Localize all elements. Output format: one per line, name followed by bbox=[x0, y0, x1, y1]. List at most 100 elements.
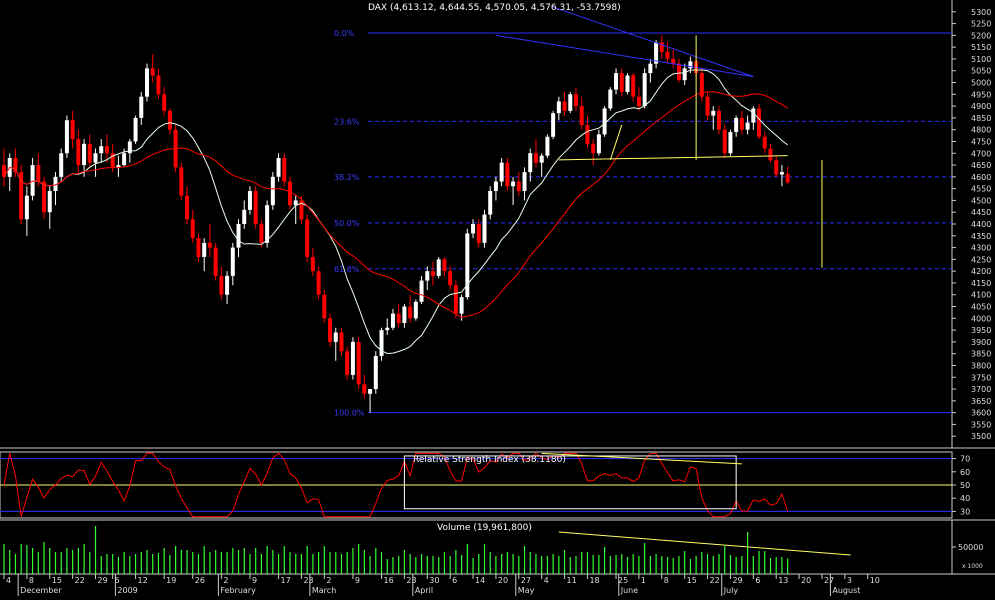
price-tick-label: 3500 bbox=[971, 432, 991, 441]
date-tick-label: 4 bbox=[6, 576, 11, 585]
dax-chart-window: 0.0% 23.6% 38.2% 50.0% 61.8% 100.0% 3500 3550 3… bbox=[0, 0, 995, 596]
candle-body bbox=[402, 306, 407, 324]
date-tick-label: 20 bbox=[498, 576, 508, 585]
candle bbox=[322, 290, 327, 324]
candle-body bbox=[373, 356, 378, 390]
candle-body bbox=[568, 94, 573, 111]
candle-body bbox=[705, 96, 710, 116]
candle-body bbox=[47, 190, 52, 213]
candle-body bbox=[390, 313, 395, 328]
candle bbox=[505, 157, 510, 191]
month-label: April bbox=[415, 586, 433, 595]
candle bbox=[642, 68, 647, 109]
candle-body bbox=[36, 165, 41, 182]
candle-body bbox=[362, 384, 367, 394]
candle-body bbox=[82, 143, 87, 166]
date-tick-label: 4 bbox=[544, 576, 549, 585]
candle bbox=[568, 91, 573, 114]
fib-label: 50.0% bbox=[334, 219, 360, 228]
date-tick-label: 29 bbox=[98, 576, 108, 585]
date-tick-label: 26 bbox=[195, 576, 205, 585]
price-tick-label: 5100 bbox=[971, 55, 991, 64]
price-tick-label: 3550 bbox=[971, 420, 991, 429]
candle-body bbox=[345, 351, 350, 375]
month-label: December bbox=[20, 586, 62, 595]
price-tick-label: 3650 bbox=[971, 397, 991, 406]
price-tick-label: 4350 bbox=[971, 232, 991, 241]
candle-body bbox=[488, 190, 493, 215]
candle-body bbox=[425, 271, 430, 281]
date-tick-label: 14 bbox=[475, 576, 485, 585]
price-tick-label: 4950 bbox=[971, 90, 991, 99]
candle-body bbox=[551, 113, 556, 137]
candle-body bbox=[459, 297, 464, 314]
price-tick-label: 3950 bbox=[971, 326, 991, 335]
candle bbox=[453, 280, 458, 319]
fib-label: 100.0% bbox=[334, 409, 365, 418]
candle bbox=[19, 165, 24, 224]
candle-body bbox=[608, 89, 613, 109]
candle-body bbox=[282, 157, 287, 182]
candle-body bbox=[476, 224, 481, 243]
month-label: March bbox=[312, 586, 336, 595]
candle bbox=[213, 242, 218, 281]
date-tick-label: 1 bbox=[641, 576, 646, 585]
candle-body bbox=[167, 110, 172, 130]
candle bbox=[350, 337, 355, 380]
candle-body bbox=[648, 63, 653, 74]
candle bbox=[413, 299, 418, 321]
candle-body bbox=[310, 257, 315, 272]
candle-body bbox=[745, 122, 750, 130]
candle-body bbox=[511, 181, 516, 187]
price-tick-label: 3900 bbox=[971, 338, 991, 347]
candle-body bbox=[253, 190, 258, 224]
month-label: 2009 bbox=[117, 586, 137, 595]
price-tick-label: 4850 bbox=[971, 114, 991, 123]
candle bbox=[59, 148, 64, 182]
candle-body bbox=[785, 173, 790, 183]
price-tick-label: 4100 bbox=[971, 291, 991, 300]
candle-body bbox=[196, 238, 201, 258]
candle-body bbox=[350, 341, 355, 375]
candle-body bbox=[270, 176, 275, 206]
candle-body bbox=[139, 96, 144, 118]
price-tick-label: 4550 bbox=[971, 185, 991, 194]
price-tick-label: 4450 bbox=[971, 208, 991, 217]
candle-body bbox=[762, 136, 767, 149]
candle bbox=[316, 266, 321, 300]
candle bbox=[465, 228, 470, 300]
date-tick-label: 25 bbox=[618, 576, 628, 585]
fib-label: 61.8% bbox=[334, 265, 360, 274]
candle-body bbox=[24, 195, 29, 220]
candle-body bbox=[413, 301, 418, 319]
price-tick-label: 4700 bbox=[971, 149, 991, 158]
rsi-tick-label: 70 bbox=[960, 455, 970, 464]
candle-body bbox=[150, 68, 155, 76]
volume-tick-label: 50000 bbox=[958, 543, 983, 552]
candle-body bbox=[190, 219, 195, 239]
candle-body bbox=[751, 108, 756, 123]
rsi-tick-label: 60 bbox=[960, 468, 970, 477]
candle-body bbox=[717, 110, 721, 130]
price-tick-label: 3600 bbox=[971, 409, 991, 418]
price-tick-label: 4000 bbox=[971, 314, 991, 323]
candle-body bbox=[596, 134, 601, 154]
rsi-tick-label: 40 bbox=[960, 494, 970, 503]
date-tick-label: 13 bbox=[778, 576, 788, 585]
candle bbox=[488, 186, 493, 220]
candle-body bbox=[562, 101, 567, 111]
candle-body bbox=[522, 172, 527, 191]
candle bbox=[625, 73, 630, 95]
month-label: June bbox=[620, 586, 639, 595]
candle-body bbox=[436, 259, 441, 276]
price-tick-label: 5150 bbox=[971, 43, 991, 52]
date-tick-label: 23 bbox=[406, 576, 416, 585]
date-tick-label: 6 bbox=[755, 576, 760, 585]
rsi-tick-label: 50 bbox=[960, 481, 970, 490]
candle bbox=[379, 327, 384, 361]
candle-body bbox=[442, 259, 447, 272]
price-tick-label: 4750 bbox=[971, 137, 991, 146]
candle-body bbox=[711, 110, 716, 116]
date-tick-label: 30 bbox=[429, 576, 439, 585]
candle-body bbox=[739, 117, 744, 130]
